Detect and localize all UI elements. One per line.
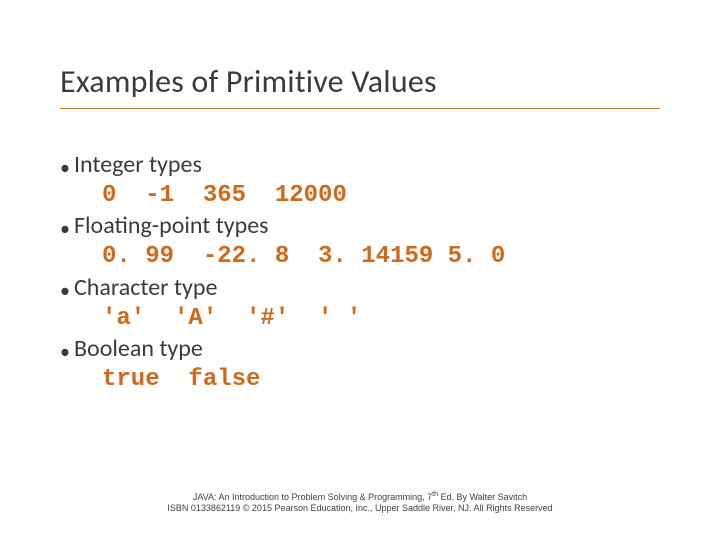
bullet-item: • Boolean type — [60, 334, 660, 365]
footer-line-2: ISBN 0133862119 © 2015 Pearson Education… — [0, 503, 720, 514]
bullet-label: Boolean type — [74, 334, 203, 365]
title-underline — [60, 108, 660, 109]
slide: Examples of Primitive Values • Integer t… — [0, 0, 720, 540]
footer-text: JAVA: An Introduction to Problem Solving… — [193, 492, 432, 502]
bullet-icon: • — [60, 281, 74, 301]
bullet-label: Floating-point types — [74, 211, 269, 242]
bullet-icon: • — [60, 158, 74, 178]
bullet-label: Integer types — [74, 150, 202, 181]
example-values: true false — [60, 365, 660, 396]
bullet-label: Character type — [74, 273, 217, 304]
bullet-item: • Character type — [60, 273, 660, 304]
footer-line-1: JAVA: An Introduction to Problem Solving… — [0, 491, 720, 503]
slide-body: • Integer types 0 -1 365 12000 • Floatin… — [60, 150, 660, 396]
example-values: 'a' 'A' '#' ' ' — [60, 304, 660, 335]
bullet-item: • Floating-point types — [60, 211, 660, 242]
example-values: 0 -1 365 12000 — [60, 181, 660, 212]
bullet-icon: • — [60, 342, 74, 362]
bullet-icon: • — [60, 219, 74, 239]
footer-text: Ed. By Walter Savitch — [438, 492, 527, 502]
example-values: 0. 99 -22. 8 3. 14159 5. 0 — [60, 242, 660, 273]
slide-footer: JAVA: An Introduction to Problem Solving… — [0, 491, 720, 515]
bullet-item: • Integer types — [60, 150, 660, 181]
slide-title: Examples of Primitive Values — [60, 62, 437, 101]
